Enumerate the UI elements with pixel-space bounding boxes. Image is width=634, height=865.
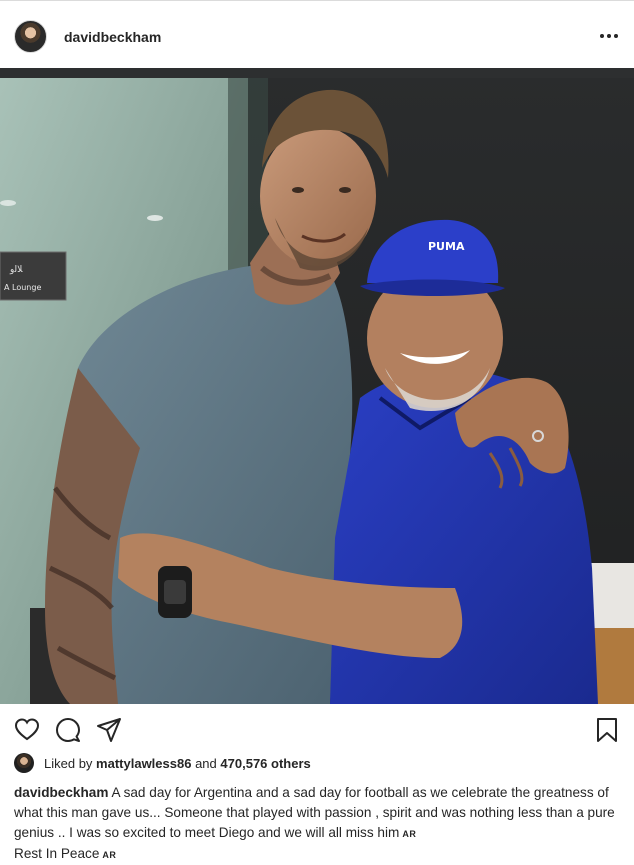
bookmark-icon[interactable] <box>594 717 620 743</box>
likes-middle: and <box>195 755 217 771</box>
caption-username[interactable]: davidbeckham <box>14 785 108 800</box>
cap-logo: PUMA <box>428 240 465 253</box>
post-header: davidbeckham <box>0 5 634 67</box>
caption-line2: Rest In Peace <box>14 846 100 861</box>
comment-icon[interactable] <box>55 717 81 743</box>
post-caption: davidbeckham A sad day for Argentina and… <box>14 783 618 865</box>
likes-user[interactable]: mattylawless86 <box>96 756 191 771</box>
more-options-icon[interactable] <box>597 27 621 45</box>
sign-text-bottom: A Lounge <box>4 283 41 292</box>
post-photo-illustration: ﻼﻟﻭ A Lounge PUMA <box>0 68 634 704</box>
share-icon[interactable] <box>96 717 122 743</box>
likes-row: Liked by mattylawless86 and 470,576 othe… <box>14 752 311 774</box>
likes-prefix: Liked by <box>44 755 93 771</box>
flag-emoji-1: AR <box>402 829 417 839</box>
profile-avatar-icon[interactable] <box>14 20 47 53</box>
lounge-sign: ﻼﻟﻭ A Lounge <box>0 251 67 301</box>
liker-avatar-icon[interactable] <box>14 753 34 773</box>
post-photo[interactable]: ﻼﻟﻭ A Lounge PUMA <box>0 68 634 704</box>
flag-emoji-2: AR <box>102 850 117 860</box>
sign-text-top: ﻼﻟﻭ <box>9 265 23 275</box>
post-username[interactable]: davidbeckham <box>64 29 161 45</box>
action-bar <box>0 707 634 751</box>
heart-icon[interactable] <box>14 717 40 743</box>
instagram-post: davidbeckham ﻼﻟﻭ A Lounge PUMA Liked by … <box>0 0 634 861</box>
likes-count[interactable]: 470,576 others <box>220 756 310 771</box>
